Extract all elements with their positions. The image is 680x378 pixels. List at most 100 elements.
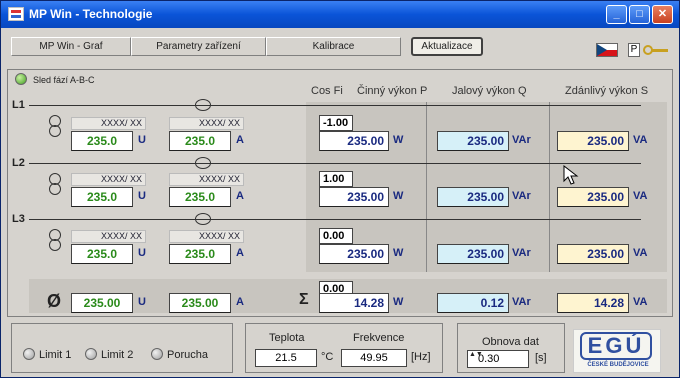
current-ratio: XXXX/ XX	[169, 117, 244, 130]
voltage-transformer-icon	[49, 239, 61, 251]
reactive-power-value: 235.00	[437, 187, 509, 207]
avg-current-unit: A	[236, 296, 244, 308]
voltage-unit: U	[138, 134, 146, 146]
reactive-power-unit: VAr	[512, 247, 531, 259]
current-value: 235.0	[169, 244, 231, 264]
active-power-value: 235.00	[319, 244, 389, 264]
porucha-label: Porucha	[167, 349, 208, 361]
window-title: MP Win - Technologie	[29, 7, 153, 21]
egu-logo-text: EGÚ	[580, 332, 652, 360]
cos-value: 1.00	[319, 171, 353, 187]
sum-active-power-value: 14.28	[319, 293, 389, 313]
close-button[interactable]: ✕	[652, 5, 673, 24]
mouse-cursor-icon	[563, 165, 579, 185]
czech-flag-icon[interactable]	[596, 43, 618, 57]
reactive-power-unit: VAr	[512, 190, 531, 202]
porucha-led-icon	[151, 348, 163, 360]
kalibrace-button[interactable]: Kalibrace	[266, 37, 401, 56]
graf-button[interactable]: MP Win - Graf	[11, 37, 131, 56]
grid-divider	[426, 102, 427, 272]
voltage-ratio: XXXX/ XX	[71, 117, 146, 130]
voltage-unit: U	[138, 247, 146, 259]
phase-label: L1	[12, 99, 25, 111]
minimize-button[interactable]: _	[606, 5, 627, 24]
voltage-value: 235.0	[71, 244, 133, 264]
voltage-ratio: XXXX/ XX	[71, 173, 146, 186]
refresh-unit: [s]	[535, 352, 547, 364]
app-icon	[8, 7, 24, 21]
limit2-led-icon	[85, 348, 97, 360]
col-active-power: Činný výkon P	[357, 85, 428, 97]
avg-current-value: 235.00	[169, 293, 231, 313]
current-ratio: XXXX/ XX	[169, 173, 244, 186]
avg-voltage-value: 235.00	[71, 293, 133, 313]
sum-symbol: Σ	[299, 291, 309, 308]
current-unit: A	[236, 247, 244, 259]
voltage-ratio: XXXX/ XX	[71, 230, 146, 243]
reactive-power-unit: VAr	[512, 134, 531, 146]
refresh-label: Obnova dat	[482, 336, 539, 348]
voltage-transformer-icon	[49, 183, 61, 195]
maximize-button[interactable]: □	[629, 5, 650, 24]
limit2-label: Limit 2	[101, 349, 134, 361]
current-transformer-icon	[195, 99, 211, 111]
current-transformer-icon	[195, 157, 211, 169]
aktualizace-button[interactable]: Aktualizace	[411, 37, 483, 56]
sequence-label: Sled fází A-B-C	[33, 75, 95, 85]
voltage-value: 235.0	[71, 187, 133, 207]
voltage-value: 235.0	[71, 131, 133, 151]
limits-group	[11, 323, 233, 373]
egu-logo: EGÚ ČESKÉ BUDĚJOVICE	[573, 329, 661, 373]
voltage-unit: U	[138, 190, 146, 202]
apparent-power-unit: VA	[633, 247, 648, 259]
egu-logo-subtitle: ČESKÉ BUDĚJOVICE	[587, 362, 649, 368]
limit1-led-icon	[23, 348, 35, 360]
key-icon[interactable]	[643, 45, 669, 55]
sequence-led-icon	[15, 73, 27, 85]
current-unit: A	[236, 134, 244, 146]
sum-apparent-power-unit: VA	[633, 296, 648, 308]
col-cos: Cos Fi	[311, 85, 343, 97]
current-unit: A	[236, 190, 244, 202]
temperature-label: Teplota	[269, 332, 305, 344]
sum-active-power-unit: W	[393, 296, 404, 308]
sum-reactive-power-value: 0.12	[437, 293, 509, 313]
phase-line	[29, 105, 641, 106]
phase-line	[29, 219, 641, 220]
apparent-power-unit: VA	[633, 134, 648, 146]
cos-value: -1.00	[319, 115, 353, 131]
apparent-power-value: 235.00	[557, 131, 629, 151]
apparent-power-value: 235.00	[557, 244, 629, 264]
current-ratio: XXXX/ XX	[169, 230, 244, 243]
frequency-value: 49.95	[341, 349, 407, 367]
title-bar[interactable]: MP Win - Technologie _ □ ✕	[1, 1, 679, 28]
active-power-value: 235.00	[319, 187, 389, 207]
voltage-transformer-icon	[49, 125, 61, 137]
reactive-power-value: 235.00	[437, 131, 509, 151]
sum-reactive-power-unit: VAr	[512, 296, 531, 308]
phase-label: L3	[12, 213, 25, 225]
active-power-unit: W	[393, 134, 404, 146]
reactive-power-value: 235.00	[437, 244, 509, 264]
apparent-power-unit: VA	[633, 190, 648, 202]
active-power-value: 235.00	[319, 131, 389, 151]
temperature-unit: °C	[321, 351, 334, 363]
parametry-button[interactable]: Parametry zařízení	[131, 37, 266, 56]
average-symbol: Ø	[47, 291, 62, 311]
cos-value: 0.00	[319, 228, 353, 244]
phase-line	[29, 163, 641, 164]
current-transformer-icon	[195, 213, 211, 225]
frequency-label: Frekvence	[353, 332, 405, 344]
avg-voltage-unit: U	[138, 296, 146, 308]
current-value: 235.0	[169, 131, 231, 151]
col-apparent-power: Zdánlivý výkon S	[565, 85, 649, 97]
frequency-unit: [Hz]	[411, 351, 431, 363]
spinner-arrows-icon[interactable]: ▲▼	[469, 351, 483, 358]
phase-label: L2	[12, 157, 25, 169]
grid-divider	[549, 102, 550, 272]
active-power-unit: W	[393, 190, 404, 202]
apparent-power-value: 235.00	[557, 187, 629, 207]
p-button[interactable]: P	[628, 43, 640, 57]
main-window: MP Win - Technologie _ □ ✕ MP Win - Graf…	[0, 0, 680, 378]
limit1-label: Limit 1	[39, 349, 72, 361]
